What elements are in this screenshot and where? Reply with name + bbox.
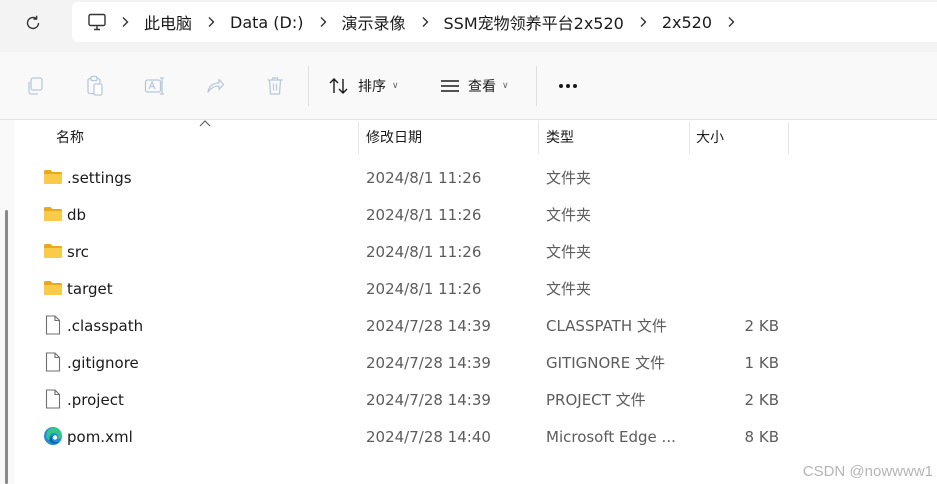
address-row: 此电脑 Data (D:) 演示录像 SSM宠物领养平台2x520 2x520 [0, 0, 937, 52]
view-icon [441, 80, 459, 92]
chevron-right-icon[interactable] [306, 2, 340, 42]
file-date: 2024/8/1 11:26 [366, 205, 482, 224]
column-header-name[interactable]: 名称 [56, 120, 84, 154]
file-date: 2024/7/28 14:39 [366, 316, 491, 335]
file-date: 2024/7/28 14:40 [366, 427, 491, 446]
toolbar-divider [536, 66, 537, 106]
file-size: 1 KB [744, 353, 779, 372]
file-size [694, 233, 779, 270]
chevron-down-icon: ∨ [392, 81, 399, 91]
file-name: .project [67, 390, 124, 409]
breadcrumb-item-project[interactable]: SSM宠物领养平台2x520 [442, 10, 626, 34]
column-divider[interactable] [538, 122, 539, 154]
file-date: 2024/7/28 14:39 [366, 353, 491, 372]
file-size: 2 KB [744, 316, 779, 335]
sort-label: 排序 [358, 79, 386, 95]
sort-ascending-icon [199, 120, 211, 127]
watermark: CSDN @nowwww1 [802, 463, 933, 480]
refresh-icon[interactable] [20, 10, 46, 36]
sort-icon [329, 78, 348, 94]
column-divider[interactable] [788, 122, 789, 154]
paste-icon[interactable] [83, 74, 107, 98]
breadcrumb-item-current[interactable]: 2x520 [660, 13, 714, 32]
file-name: pom.xml [67, 427, 133, 446]
chevron-right-icon[interactable] [626, 2, 660, 42]
file-icon [42, 388, 64, 410]
chevron-right-icon[interactable] [408, 2, 442, 42]
file-size [694, 196, 779, 233]
chevron-right-icon[interactable] [714, 2, 748, 42]
file-row[interactable]: .project 2024/7/28 14:39 PROJECT 文件 2 KB [14, 381, 937, 418]
toolbar-divider [308, 66, 309, 106]
file-type: PROJECT 文件 [546, 391, 646, 409]
file-type: 文件夹 [546, 280, 592, 298]
file-date: 2024/8/1 11:26 [366, 242, 482, 261]
file-size [694, 270, 779, 307]
folder-icon [42, 166, 64, 188]
file-type: 文件夹 [546, 206, 592, 224]
folder-icon [42, 240, 64, 262]
copy-icon[interactable] [23, 74, 47, 98]
file-type: 文件夹 [546, 169, 592, 187]
more-options-icon[interactable] [556, 74, 580, 98]
folder-icon [42, 203, 64, 225]
scrollbar-thumb[interactable] [5, 210, 8, 484]
breadcrumb-item-drive[interactable]: Data (D:) [228, 13, 305, 32]
file-name: .settings [67, 168, 132, 187]
computer-icon[interactable] [86, 11, 108, 33]
file-name: src [67, 242, 89, 261]
file-row[interactable]: .classpath 2024/7/28 14:39 CLASSPATH 文件 … [14, 307, 937, 344]
command-bar: 排序 ∨ 查看 ∨ [0, 52, 937, 120]
delete-icon[interactable] [263, 74, 287, 98]
file-row[interactable]: .gitignore 2024/7/28 14:39 GITIGNORE 文件 … [14, 344, 937, 381]
file-date: 2024/8/1 11:26 [366, 168, 482, 187]
column-divider[interactable] [689, 122, 690, 154]
file-date: 2024/8/1 11:26 [366, 279, 482, 298]
file-type: GITIGNORE 文件 [546, 354, 665, 372]
file-size [694, 159, 779, 196]
chevron-right-icon[interactable] [108, 2, 142, 42]
file-name: target [67, 279, 113, 298]
file-size: 8 KB [744, 427, 779, 446]
file-type: CLASSPATH 文件 [546, 317, 667, 335]
file-list: .settings 2024/8/1 11:26 文件夹 db 2024/8/1… [14, 159, 937, 455]
file-type: Microsoft Edge ... [546, 427, 676, 446]
column-header-size[interactable]: 大小 [696, 120, 724, 154]
folder-icon [42, 277, 64, 299]
sort-button[interactable]: 排序 ∨ [328, 74, 399, 98]
column-divider[interactable] [358, 122, 359, 154]
view-label: 查看 [468, 79, 496, 95]
file-icon [42, 351, 64, 373]
share-icon[interactable] [203, 74, 227, 98]
file-row[interactable]: src 2024/8/1 11:26 文件夹 [14, 233, 937, 270]
file-date: 2024/7/28 14:39 [366, 390, 491, 409]
file-type: 文件夹 [546, 243, 592, 261]
view-button[interactable]: 查看 ∨ [440, 74, 509, 98]
file-name: .classpath [67, 316, 144, 335]
breadcrumb-item-this-pc[interactable]: 此电脑 [142, 10, 194, 34]
file-row[interactable]: pom.xml 2024/7/28 14:40 Microsoft Edge .… [14, 418, 937, 455]
file-size: 2 KB [744, 390, 779, 409]
rename-icon[interactable] [143, 74, 167, 98]
column-header-date[interactable]: 修改日期 [366, 120, 422, 154]
breadcrumb[interactable]: 此电脑 Data (D:) 演示录像 SSM宠物领养平台2x520 2x520 [72, 2, 937, 42]
file-row[interactable]: db 2024/8/1 11:26 文件夹 [14, 196, 937, 233]
file-row[interactable]: target 2024/8/1 11:26 文件夹 [14, 270, 937, 307]
column-header-type[interactable]: 类型 [546, 120, 574, 154]
file-name: .gitignore [67, 353, 139, 372]
file-name: db [67, 205, 87, 224]
breadcrumb-item-folder[interactable]: 演示录像 [340, 10, 408, 34]
column-header-row: 名称 修改日期 类型 大小 [14, 120, 937, 154]
chevron-down-icon: ∨ [502, 81, 509, 91]
file-row[interactable]: .settings 2024/8/1 11:26 文件夹 [14, 159, 937, 196]
chevron-right-icon[interactable] [194, 2, 228, 42]
edge-icon [42, 425, 64, 447]
file-icon [42, 314, 64, 336]
